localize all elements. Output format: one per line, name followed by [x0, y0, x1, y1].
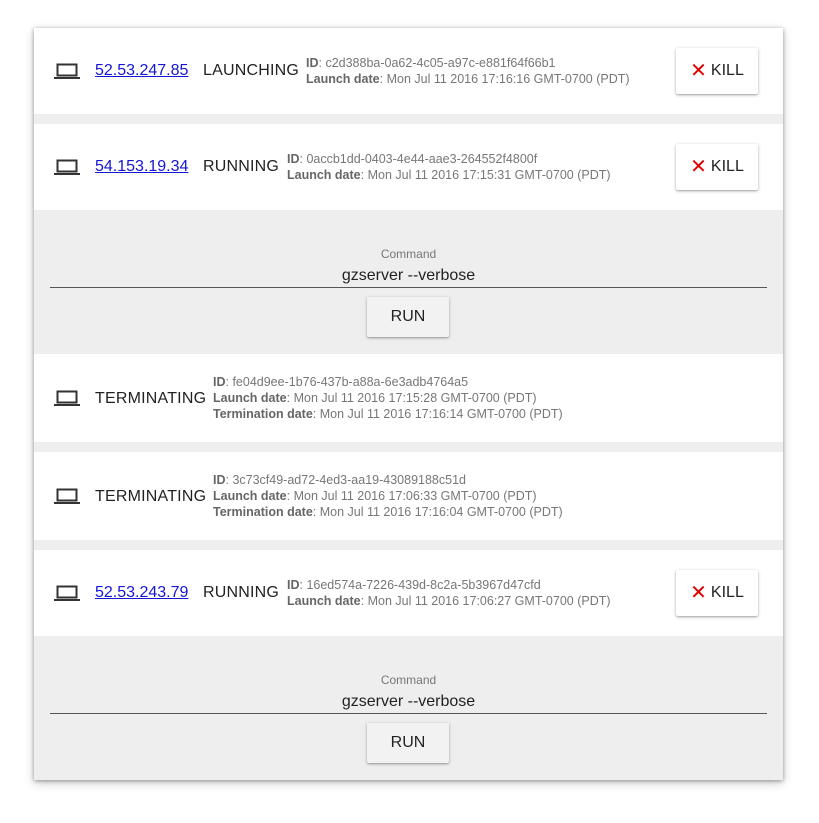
- launch-date-label: Launch date: [213, 391, 287, 405]
- instance-details: ID: 3c73cf49-ad72-4ed3-aa19-43089188c51d…: [213, 473, 563, 519]
- kill-button[interactable]: ✕ KILL: [676, 48, 758, 94]
- launch-date-label: Launch date: [287, 168, 361, 182]
- run-button[interactable]: RUN: [367, 723, 449, 763]
- termination-date: Mon Jul 11 2016 17:16:14 GMT-0700 (PDT): [319, 407, 563, 421]
- launch-date: Mon Jul 11 2016 17:15:31 GMT-0700 (PDT): [367, 168, 611, 182]
- instance-id: 16ed574a-7226-439d-8c2a-5b3967d47cfd: [306, 578, 541, 592]
- instance-ip-link[interactable]: 52.53.247.85: [95, 62, 188, 80]
- instance-row: TERMINATING ID: fe04d9ee-1b76-437b-a88a-…: [34, 354, 783, 442]
- launch-date-label: Launch date: [213, 489, 287, 503]
- close-icon: ✕: [690, 60, 707, 82]
- launch-date-label: Launch date: [287, 594, 361, 608]
- termination-date-label: Termination date: [213, 407, 313, 421]
- command-input[interactable]: [50, 265, 767, 288]
- termination-date-label: Termination date: [213, 505, 313, 519]
- instance-row: 54.153.19.34 RUNNING ID: 0accb1dd-0403-4…: [34, 124, 783, 210]
- laptop-icon: [54, 389, 80, 407]
- instance-details: ID: c2d388ba-0a62-4c05-a97c-e881f64f66b1…: [306, 56, 630, 86]
- command-label: Command: [380, 247, 437, 261]
- kill-button[interactable]: ✕ KILL: [676, 570, 758, 616]
- instance-ip-link[interactable]: 52.53.243.79: [95, 584, 188, 602]
- run-button[interactable]: RUN: [367, 297, 449, 337]
- instances-panel: 52.53.247.85 LAUNCHING ID: c2d388ba-0a62…: [34, 28, 783, 780]
- id-label: ID: [287, 152, 300, 166]
- instance-details: ID: fe04d9ee-1b76-437b-a88a-6e3adb4764a5…: [213, 375, 563, 421]
- kill-label: KILL: [710, 62, 744, 79]
- kill-label: KILL: [710, 584, 744, 601]
- launch-date-label: Launch date: [306, 72, 380, 86]
- command-input[interactable]: [50, 691, 767, 714]
- id-label: ID: [213, 473, 226, 487]
- instance-status: LAUNCHING: [203, 62, 300, 79]
- instance-details: ID: 0accb1dd-0403-4e44-aae3-264552f4800f…: [287, 152, 611, 182]
- launch-date: Mon Jul 11 2016 17:15:28 GMT-0700 (PDT): [293, 391, 537, 405]
- laptop-icon: [54, 584, 80, 602]
- instance-row: TERMINATING ID: 3c73cf49-ad72-4ed3-aa19-…: [34, 452, 783, 540]
- instance-row: 52.53.247.85 LAUNCHING ID: c2d388ba-0a62…: [34, 28, 783, 114]
- id-label: ID: [287, 578, 300, 592]
- close-icon: ✕: [690, 156, 707, 178]
- laptop-icon: [54, 158, 80, 176]
- command-label: Command: [380, 673, 437, 687]
- termination-date: Mon Jul 11 2016 17:16:04 GMT-0700 (PDT): [319, 505, 563, 519]
- instance-id: 0accb1dd-0403-4e44-aae3-264552f4800f: [306, 152, 538, 166]
- instance-id: c2d388ba-0a62-4c05-a97c-e881f64f66b1: [325, 56, 556, 70]
- instance-ip-link[interactable]: 54.153.19.34: [95, 158, 188, 176]
- instance-status: TERMINATING: [95, 488, 207, 505]
- id-label: ID: [213, 375, 226, 389]
- close-icon: ✕: [690, 582, 707, 604]
- id-label: ID: [306, 56, 319, 70]
- laptop-icon: [54, 62, 80, 80]
- instance-details: ID: 16ed574a-7226-439d-8c2a-5b3967d47cfd…: [287, 578, 611, 608]
- instance-status: RUNNING: [203, 584, 280, 601]
- launch-date: Mon Jul 11 2016 17:06:33 GMT-0700 (PDT): [293, 489, 537, 503]
- laptop-icon: [54, 487, 80, 505]
- launch-date: Mon Jul 11 2016 17:06:27 GMT-0700 (PDT): [367, 594, 611, 608]
- instance-status: RUNNING: [203, 158, 280, 175]
- launch-date: Mon Jul 11 2016 17:16:16 GMT-0700 (PDT): [386, 72, 630, 86]
- instance-id: 3c73cf49-ad72-4ed3-aa19-43089188c51d: [232, 473, 466, 487]
- kill-button[interactable]: ✕ KILL: [676, 144, 758, 190]
- instance-status: TERMINATING: [95, 390, 207, 407]
- instance-id: fe04d9ee-1b76-437b-a88a-6e3adb4764a5: [232, 375, 469, 389]
- instance-row: 52.53.243.79 RUNNING ID: 16ed574a-7226-4…: [34, 550, 783, 636]
- kill-label: KILL: [710, 158, 744, 175]
